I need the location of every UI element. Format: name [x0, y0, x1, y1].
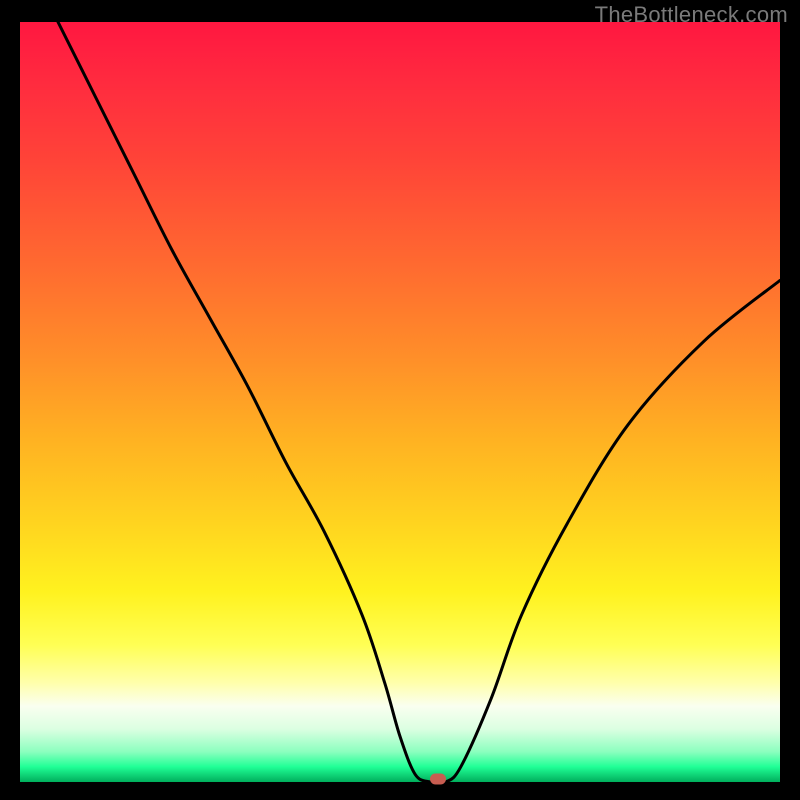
watermark-text: TheBottleneck.com	[595, 2, 788, 28]
plot-area	[20, 22, 780, 782]
bottleneck-curve	[20, 22, 780, 782]
minimum-marker	[430, 774, 446, 785]
chart-frame: TheBottleneck.com	[0, 0, 800, 800]
